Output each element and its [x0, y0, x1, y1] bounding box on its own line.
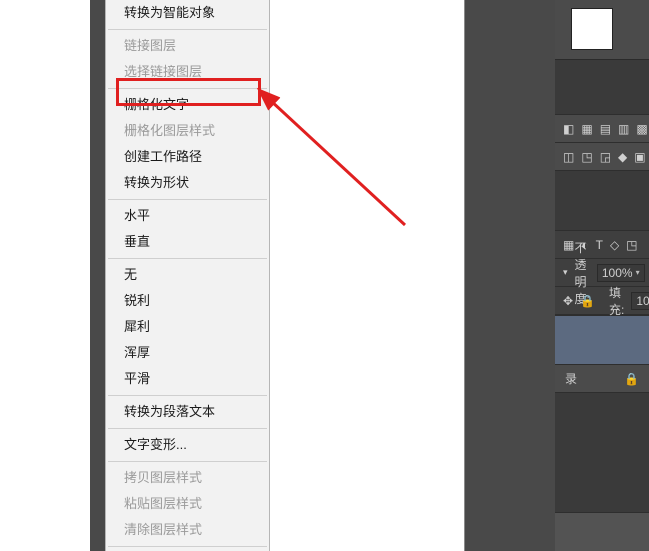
- adjustments-row-2: ◫ ◳ ◲ ◆ ▣: [555, 143, 649, 171]
- fill-value-box[interactable]: 100% ▾: [631, 292, 649, 310]
- fill-label: 填充:: [609, 284, 624, 318]
- adjustments-row-1: ◧ ▦ ▤ ▥ ▩: [555, 115, 649, 143]
- layer-lock-icon: 🔒: [624, 372, 639, 386]
- panel-gap-2: [555, 171, 649, 231]
- opacity-value-box[interactable]: 100% ▾: [597, 264, 645, 282]
- menu-item-14[interactable]: 锐利: [106, 288, 269, 314]
- opacity-value: 100%: [602, 266, 633, 280]
- right-panels: ◧ ▦ ▤ ▥ ▩ ◫ ◳ ◲ ◆ ▣ ▦ ◐ T ◇ ◳ ▮ ▾ 不透明度: [555, 0, 649, 551]
- filter-text-icon[interactable]: T: [596, 237, 603, 253]
- adj-icon-5[interactable]: ▩: [636, 121, 647, 137]
- menu-separator: [108, 199, 267, 200]
- adj-icon-8[interactable]: ◲: [600, 149, 611, 165]
- menu-separator: [108, 546, 267, 547]
- menu-item-24: 粘贴图层样式: [106, 491, 269, 517]
- menu-separator: [108, 29, 267, 30]
- selected-layer[interactable]: [555, 315, 649, 365]
- canvas-area: [0, 0, 90, 551]
- menu-item-17[interactable]: 平滑: [106, 366, 269, 392]
- layers-filter-row: ▦ ◐ T ◇ ◳ ▮: [555, 231, 649, 259]
- menu-item-23: 拷贝图层样式: [106, 465, 269, 491]
- adj-icon-7[interactable]: ◳: [581, 149, 592, 165]
- menu-separator: [108, 461, 267, 462]
- submenu-panel: [270, 0, 465, 551]
- filter-pixel-icon[interactable]: ▦: [563, 237, 574, 253]
- context-menu: 转换为智能对象链接图层选择链接图层栅格化文字栅格化图层样式创建工作路径转换为形状…: [105, 0, 270, 551]
- move-icon[interactable]: ✥: [563, 293, 573, 309]
- adj-icon-3[interactable]: ▤: [600, 121, 611, 137]
- menu-item-8[interactable]: 转换为形状: [106, 170, 269, 196]
- navigator-panel: [555, 0, 649, 60]
- background-layer-row[interactable]: 录 🔒: [555, 365, 649, 393]
- fill-row: ✥ 🔒 填充: 100% ▾: [555, 287, 649, 315]
- adj-icon-6[interactable]: ◫: [563, 149, 574, 165]
- menu-item-3: 选择链接图层: [106, 59, 269, 85]
- menu-separator: [108, 428, 267, 429]
- panel-gap-1: [555, 60, 649, 115]
- menu-item-25: 清除图层样式: [106, 517, 269, 543]
- adj-icon-10[interactable]: ▣: [634, 149, 645, 165]
- filter-shape-icon[interactable]: ◇: [610, 237, 619, 253]
- opacity-row: ▾ 不透明度: 100% ▾: [555, 259, 649, 287]
- menu-item-2: 链接图层: [106, 33, 269, 59]
- menu-item-11[interactable]: 垂直: [106, 229, 269, 255]
- adj-icon-9[interactable]: ◆: [618, 149, 627, 165]
- fill-value: 100%: [636, 294, 649, 308]
- menu-item-15[interactable]: 犀利: [106, 314, 269, 340]
- history-label: 录: [565, 370, 577, 387]
- menu-item-0[interactable]: 转换为智能对象: [106, 0, 269, 26]
- menu-item-7[interactable]: 创建工作路径: [106, 144, 269, 170]
- layers-empty-area: [555, 393, 649, 513]
- navigator-thumbnail: [571, 8, 613, 50]
- adj-icon-4[interactable]: ▥: [618, 121, 629, 137]
- lock-icon[interactable]: 🔒: [580, 293, 595, 309]
- menu-item-19[interactable]: 转换为段落文本: [106, 399, 269, 425]
- menu-separator: [108, 88, 267, 89]
- adj-icon-2[interactable]: ▦: [581, 121, 592, 137]
- adj-icon-1[interactable]: ◧: [563, 121, 574, 137]
- menu-item-16[interactable]: 浑厚: [106, 340, 269, 366]
- menu-separator: [108, 258, 267, 259]
- filter-smart-icon[interactable]: ◳: [626, 237, 637, 253]
- menu-item-13[interactable]: 无: [106, 262, 269, 288]
- menu-item-5[interactable]: 栅格化文字: [106, 92, 269, 118]
- menu-item-10[interactable]: 水平: [106, 203, 269, 229]
- menu-separator: [108, 395, 267, 396]
- menu-item-21[interactable]: 文字变形...: [106, 432, 269, 458]
- menu-item-6: 栅格化图层样式: [106, 118, 269, 144]
